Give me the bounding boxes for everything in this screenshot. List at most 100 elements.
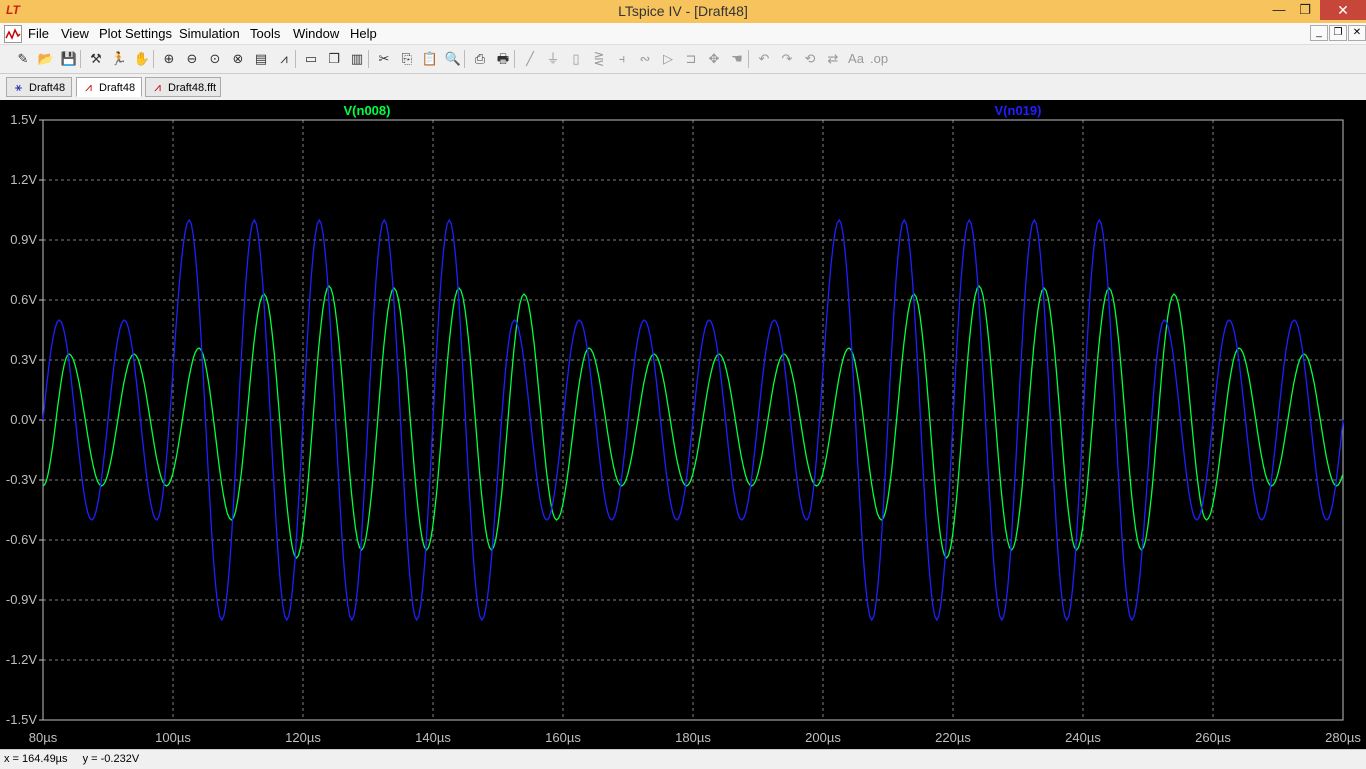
x-tick-label: 80µs [29, 730, 58, 745]
x-tick-label: 240µs [1065, 730, 1101, 745]
menu-window[interactable]: Window [293, 26, 339, 41]
waveform-window-icon[interactable] [4, 25, 22, 43]
open-icon[interactable]: 📂 [37, 50, 55, 68]
inductor-icon[interactable]: ∾ [636, 50, 654, 68]
ground-icon[interactable]: ⏚ [544, 50, 562, 68]
save-icon[interactable]: 💾 [60, 50, 78, 68]
menu-tools[interactable]: Tools [250, 26, 280, 41]
tab-draft48-waveform[interactable]: ⩘ Draft48 [76, 77, 142, 97]
y-tick-label: 1.2V [10, 172, 37, 187]
label-icon[interactable]: ▯ [567, 50, 585, 68]
zoom-out-icon[interactable]: ⊖ [183, 50, 201, 68]
x-tick-label: 200µs [805, 730, 841, 745]
y-tick-label: 0.9V [10, 232, 37, 247]
menu-bar: File View Plot Settings Simulation Tools… [0, 23, 1366, 45]
y-tick-label: 0.6V [10, 292, 37, 307]
print-preview-icon[interactable]: ⎙ [471, 50, 489, 68]
undo-icon[interactable]: ↶ [755, 50, 773, 68]
x-tick-label: 280µs [1325, 730, 1361, 745]
tab-draft48-fft[interactable]: ⩘ Draft48.fft [145, 77, 221, 97]
title-bar: LT LTspice IV - [Draft48] — ❐ ✕ [0, 0, 1366, 23]
toolbar-separator [514, 50, 515, 68]
y-tick-label: -0.6V [6, 532, 37, 547]
x-tick-label: 100µs [155, 730, 191, 745]
x-tick-label: 260µs [1195, 730, 1231, 745]
tab-label: Draft48 [29, 82, 66, 94]
menu-view[interactable]: View [61, 26, 89, 41]
copy-icon[interactable]: ⎘ [398, 50, 416, 68]
drag-icon[interactable]: ☚ [728, 50, 746, 68]
maximize-button[interactable]: ❐ [1292, 0, 1318, 20]
x-tick-label: 160µs [545, 730, 581, 745]
resistor-icon[interactable]: ⋛ [590, 50, 608, 68]
toolbar-separator [464, 50, 465, 68]
new-schematic-icon[interactable]: ✎ [14, 50, 32, 68]
cascade-icon[interactable]: ❐ [325, 50, 343, 68]
y-tick-label: 0.3V [10, 352, 37, 367]
close-button[interactable]: ✕ [1320, 0, 1366, 20]
toolbar-separator [295, 50, 296, 68]
trace-label[interactable]: V(n008) [344, 103, 391, 118]
tile-horizontal-icon[interactable]: ▭ [302, 50, 320, 68]
waveform-icon: ⩘ [154, 80, 161, 94]
y-tick-label: 1.5V [10, 112, 37, 127]
menu-plot-settings[interactable]: Plot Settings [99, 26, 172, 41]
toolbar-separator [153, 50, 154, 68]
mdi-close-button[interactable]: ✕ [1348, 25, 1366, 41]
waveform-plot-pane[interactable]: 80µs 100µs 120µs 140µs 160µs 180µs 200µs 220µs 2… [0, 100, 1366, 749]
rotate-icon[interactable]: ⟲ [801, 50, 819, 68]
zoom-cancel-icon[interactable]: ⊗ [229, 50, 247, 68]
zoom-fit-icon[interactable]: ⊙ [206, 50, 224, 68]
control-panel-icon[interactable]: ⚒ [87, 50, 105, 68]
x-tick-label: 220µs [935, 730, 971, 745]
minimize-button[interactable]: — [1266, 0, 1292, 20]
y-tick-label: -1.5V [6, 712, 37, 727]
x-tick-label: 140µs [415, 730, 451, 745]
toolbar-separator [368, 50, 369, 68]
mirror-icon[interactable]: ⇄ [824, 50, 842, 68]
find-icon[interactable]: 🔍 [444, 50, 462, 68]
text-icon[interactable]: Aa [847, 50, 865, 68]
waveform-icon: ⩘ [85, 80, 92, 94]
window-title: LTspice IV - [Draft48] [618, 3, 748, 19]
y-tick-label: 0.0V [10, 412, 37, 427]
trace-label[interactable]: V(n019) [995, 103, 1042, 118]
component-icon[interactable]: ⊐ [682, 50, 700, 68]
x-tick-label: 180µs [675, 730, 711, 745]
spice-directive-icon[interactable]: .op [870, 50, 888, 68]
tab-label: Draft48 [99, 82, 136, 94]
mdi-minimize-button[interactable]: _ [1310, 25, 1328, 41]
cursor-y-readout: y = -0.232V [82, 753, 140, 765]
paste-icon[interactable]: 📋 [421, 50, 439, 68]
x-tick-label: 120µs [285, 730, 321, 745]
move-icon[interactable]: ✥ [705, 50, 723, 68]
y-tick-label: -0.9V [6, 592, 37, 607]
autorange-icon[interactable]: ▤ [252, 50, 270, 68]
schematic-icon: ⚹ [14, 80, 23, 94]
tab-draft48-schematic[interactable]: ⚹ Draft48 [6, 77, 72, 97]
tab-label: Draft48.fft [168, 82, 217, 94]
tab-bar: ⚹ Draft48 ⩘ Draft48 ⩘ Draft48.fft [0, 74, 1366, 100]
status-bar: x = 164.49µs y = -0.232V [0, 749, 1366, 769]
toolbar: ✎ 📂 💾 ⚒ 🏃 ✋ ⊕ ⊖ ⊙ ⊗ ▤ ⩘ ▭ ❐ ▥ ✂ ⎘ 📋 🔍 ⎙ 🖶 ╱ ⏚ ▯ ⋛ ⫞ ∾ ▷ ⊐ ✥ ☚ ↶ ↷ ⟲ ⇄ Aa .op [0, 45, 1366, 74]
wire-icon[interactable]: ╱ [521, 50, 539, 68]
cut-icon[interactable]: ✂ [375, 50, 393, 68]
capacitor-icon[interactable]: ⫞ [613, 50, 631, 68]
add-trace-icon[interactable]: ⩘ [275, 50, 293, 68]
zoom-in-icon[interactable]: ⊕ [160, 50, 178, 68]
mdi-restore-button[interactable]: ❐ [1329, 25, 1347, 41]
menu-file[interactable]: File [28, 26, 49, 41]
menu-help[interactable]: Help [350, 26, 377, 41]
y-tick-label: -0.3V [6, 472, 37, 487]
waveform-chart[interactable]: 80µs 100µs 120µs 140µs 160µs 180µs 200µs 220µs 2… [0, 100, 1366, 749]
print-icon[interactable]: 🖶 [494, 50, 512, 68]
y-tick-label: -1.2V [6, 652, 37, 667]
tile-vertical-icon[interactable]: ▥ [348, 50, 366, 68]
halt-icon[interactable]: ✋ [133, 50, 151, 68]
menu-simulation[interactable]: Simulation [179, 26, 240, 41]
toolbar-separator [80, 50, 81, 68]
toolbar-separator [748, 50, 749, 68]
redo-icon[interactable]: ↷ [778, 50, 796, 68]
run-icon[interactable]: 🏃 [110, 50, 128, 68]
diode-icon[interactable]: ▷ [659, 50, 677, 68]
